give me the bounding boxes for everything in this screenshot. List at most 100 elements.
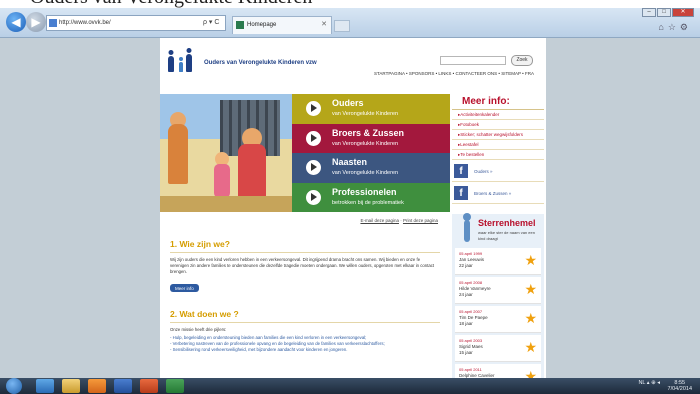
sterrenhemel-title: Sterrenhemel (478, 218, 536, 228)
address-tools[interactable]: ρ ▾ C (203, 15, 219, 31)
site-logo-icon[interactable] (168, 48, 198, 72)
play-icon (306, 189, 321, 205)
facebook-icon: f (454, 186, 468, 200)
chrome-icons: ⌂☆⚙ (658, 22, 692, 33)
print-page-link[interactable]: Print deze pagina (403, 218, 438, 223)
star-age: 22 jaar (459, 263, 473, 268)
gear-icon[interactable]: ⚙ (680, 22, 692, 32)
address-url: http://www.ovvk.be/ (59, 20, 111, 26)
section-text-wat-intro: Onze missie heeft drie pijlers: (170, 326, 227, 332)
link-activiteitenkalender[interactable]: Activiteitenkalender (452, 110, 544, 120)
band-broers-zussen[interactable]: Broers & Zussen van Verongelukte Kindere… (292, 123, 450, 153)
star-name: Jan Leeuwis (459, 257, 485, 262)
star-list-item[interactable]: 05 april 2011 Delphine Cavelier ★ (455, 364, 541, 378)
sterrenhemel-subtitle: waar elke ster de naam van een kind draa… (478, 230, 535, 241)
site-header: Ouders van Verongelukte Kinderen vzw Zoe… (160, 38, 546, 84)
section-heading-wat: 2. Wat doen we ? (170, 308, 239, 319)
facebook-icon: f (454, 164, 468, 178)
play-icon (306, 160, 321, 175)
star-name: Sigrid Maes (459, 344, 483, 349)
pillar-link[interactable]: - Hulp, begeleiding en ondersteuning bie… (170, 335, 366, 340)
close-window-button[interactable]: ✕ (672, 8, 694, 17)
hero-banner: Ouders van Verongelukte Kinderen Broers … (160, 94, 450, 212)
section-heading-wie: 1. Wie zijn we? (170, 239, 230, 249)
band-title: Naasten (332, 157, 368, 167)
band-title: Broers & Zussen (332, 127, 405, 138)
windows-taskbar: NL ▴ ⊕ ◂ 8:55 7/04/2014 (0, 378, 700, 394)
star-list-item[interactable]: 05 april 2008 Hilde Vanmeyre 24 jaar ★ (455, 277, 541, 304)
search-button[interactable]: Zoek (511, 55, 533, 66)
band-subtitle: van Verongelukte Kinderen (332, 111, 399, 117)
tab-close-icon[interactable]: ✕ (321, 17, 327, 33)
band-title: Ouders (332, 98, 364, 108)
tray-icons[interactable]: NL ▴ ⊕ ◂ (638, 380, 660, 386)
favorites-star-icon[interactable]: ☆ (668, 22, 680, 32)
band-professionelen[interactable]: Professionelen betrokken bij de problema… (292, 182, 450, 212)
star-list-item[interactable]: 05 april 2003 Sigrid Maes 15 jaar ★ (455, 335, 541, 362)
link-leestafel[interactable]: Leestafel (452, 140, 544, 150)
star-list-item[interactable]: 05 april 1999 Jan Leeuwis 22 jaar ★ (455, 248, 541, 275)
facebook-ouders-link[interactable]: f Ouders » (452, 162, 544, 182)
excel-icon[interactable] (166, 379, 184, 393)
star-name: Tim De Paepe (459, 315, 488, 320)
tab-favicon-icon (236, 21, 244, 29)
section-list-item: - Hulp, begeleiding en ondersteuning bie… (166, 333, 444, 341)
sterrenhemel-header[interactable]: Sterrenhemel waar elke ster de naam van … (452, 213, 544, 248)
file-explorer-icon[interactable] (62, 379, 80, 393)
facebook-label: Broers & Zussen » (474, 191, 512, 196)
minimize-button[interactable]: – (642, 8, 656, 17)
internet-explorer-icon[interactable] (36, 379, 54, 393)
link-sticker[interactable]: Sticker; schatter wegwijsfolders (452, 130, 544, 140)
band-ouders[interactable]: Ouders van Verongelukte Kinderen (292, 94, 450, 124)
start-button[interactable] (6, 378, 22, 394)
play-icon (306, 130, 321, 146)
band-naasten[interactable]: Naasten van Verongelukte Kinderen (292, 153, 450, 183)
clock[interactable]: 8:55 7/04/2014 (668, 380, 692, 392)
site-favicon-icon (49, 19, 57, 27)
link-fotoboek[interactable]: Fotoboek (452, 120, 544, 130)
org-name[interactable]: Ouders van Verongelukte Kinderen vzw (204, 60, 317, 66)
new-tab-button[interactable] (334, 20, 350, 32)
star-icon: ★ (524, 281, 537, 297)
facebook-label: Ouders » (474, 169, 493, 174)
meer-info-button[interactable]: Meer info (170, 284, 199, 292)
link-te-bestellen[interactable]: Te bestellen (452, 150, 544, 160)
browser-viewport: Ouders van Verongelukte Kinderen vzw Zoe… (0, 38, 700, 378)
browser-toolbar: ◀ ▶ http://www.ovvk.be/ ρ ▾ C Homepage ✕… (0, 8, 700, 38)
star-date: 05 april 2011 (459, 367, 482, 372)
play-icon (306, 101, 321, 116)
band-subtitle: betrokken bij de problematiek (332, 199, 404, 206)
star-name: Hilde Vanmeyre (459, 286, 491, 291)
back-button[interactable]: ◀ (6, 12, 26, 32)
tab-title: Homepage (247, 22, 277, 28)
system-tray: NL ▴ ⊕ ◂ 8:55 7/04/2014 (638, 380, 692, 392)
page-utilities: E-mail deze pagina · Print deze pagina (360, 218, 438, 223)
band-title: Professionelen (332, 186, 397, 197)
tab-homepage[interactable]: Homepage ✕ (232, 16, 332, 34)
band-subtitle: van Verongelukte Kinderen (332, 170, 399, 176)
email-page-link[interactable]: E-mail deze pagina (360, 218, 399, 223)
top-navigation[interactable]: STARTPAGINA • SPONSORS • LINKS • CONTACT… (374, 71, 534, 76)
child-drawing-image (160, 94, 292, 212)
media-player-icon[interactable] (88, 379, 106, 393)
home-icon[interactable]: ⌂ (658, 22, 667, 32)
maximize-button[interactable]: □ (657, 8, 671, 17)
person-icon (463, 213, 471, 242)
facebook-broers-link[interactable]: f Broers & Zussen » (452, 184, 544, 204)
star-date: 05 april 2003 (459, 338, 483, 343)
star-icon: ★ (524, 339, 537, 355)
powerpoint-icon[interactable] (140, 379, 158, 393)
meer-info-title: Meer info: (452, 94, 544, 110)
search-input[interactable] (440, 56, 506, 65)
pillar-link[interactable]: - Sensibilisering rond verkeersveilighei… (170, 347, 347, 352)
sterrenhemel-panel: Sterrenhemel waar elke ster de naam van … (452, 213, 544, 378)
star-icon: ★ (524, 252, 537, 268)
star-date: 05 april 1999 (459, 251, 483, 256)
star-list-item[interactable]: 05 april 2007 Tim De Paepe 18 jaar ★ (455, 306, 541, 333)
address-bar[interactable]: http://www.ovvk.be/ (46, 15, 226, 31)
forward-button[interactable]: ▶ (26, 12, 46, 32)
main-content: E-mail deze pagina · Print deze pagina 1… (166, 214, 444, 353)
star-date: 05 april 2007 (459, 309, 483, 314)
pillar-link[interactable]: - Verbetering nastreven van de professio… (170, 341, 385, 346)
word-icon[interactable] (114, 379, 132, 393)
